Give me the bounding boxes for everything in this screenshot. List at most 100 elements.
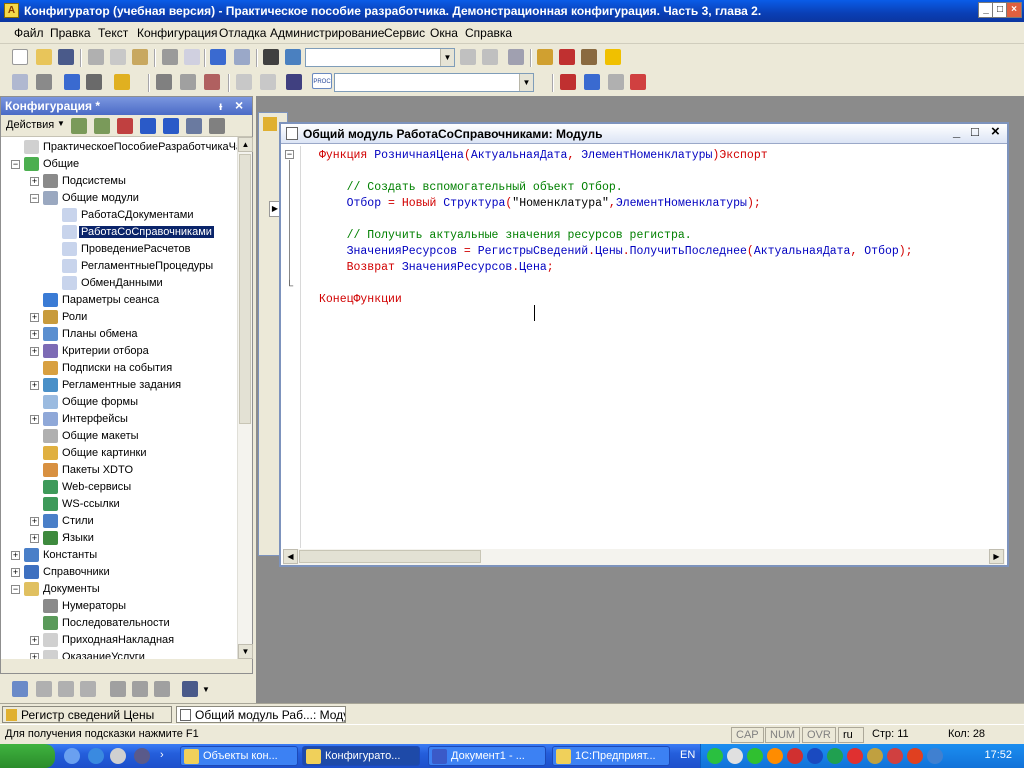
editor-close-button[interactable]: ×	[991, 123, 1000, 140]
tree-node[interactable]: + ОказаниеУслуги	[1, 649, 237, 659]
expand-icon[interactable]: +	[30, 177, 39, 186]
tree-node[interactable]: Общие формы	[1, 394, 237, 411]
windows-icon[interactable]	[508, 49, 524, 65]
wizard-icon[interactable]	[537, 49, 553, 65]
tree-node[interactable]: Пакеты XDTO	[1, 462, 237, 479]
menu-windows[interactable]: Окна	[430, 26, 458, 40]
tree-node[interactable]: − Общие	[1, 156, 237, 173]
expand-icon[interactable]: +	[30, 313, 39, 322]
format-icon[interactable]	[204, 74, 220, 90]
templates-dropdown-icon[interactable]: ▼	[202, 685, 210, 694]
config-save-icon[interactable]	[36, 74, 52, 90]
sound-icon[interactable]	[727, 748, 743, 764]
tree-node[interactable]: ПрактическоеПособиеРазработчикаЧаст	[1, 139, 237, 156]
comment-icon[interactable]	[236, 74, 252, 90]
collapse-icon[interactable]: −	[30, 194, 39, 203]
tree-node[interactable]: + Критерии отбора	[1, 343, 237, 360]
tree-node[interactable]: + Планы обмена	[1, 326, 237, 343]
goto-icon[interactable]	[286, 74, 302, 90]
menu-file[interactable]: Файл	[14, 26, 44, 40]
opera-icon[interactable]	[847, 748, 863, 764]
shield-icon[interactable]	[787, 748, 803, 764]
find-prev-icon[interactable]	[460, 49, 476, 65]
block-comment-icon[interactable]	[154, 681, 170, 697]
tree-node[interactable]: Нумераторы	[1, 598, 237, 615]
outdent-icon[interactable]	[180, 74, 196, 90]
close-button[interactable]: ×	[1006, 2, 1022, 18]
panel-close-icon[interactable]: ×	[235, 97, 243, 113]
task-objects[interactable]: Объекты кон...	[180, 746, 298, 766]
tree-node[interactable]: Последовательности	[1, 615, 237, 632]
tree-node[interactable]: + Регламентные задания	[1, 377, 237, 394]
menu-configuration[interactable]: Конфигурация	[137, 26, 218, 40]
expand-icon[interactable]: +	[30, 517, 39, 526]
expand-icon[interactable]: +	[30, 415, 39, 424]
templates-icon[interactable]	[182, 681, 198, 697]
disable-breakpoint-icon[interactable]	[608, 74, 624, 90]
alert-icon[interactable]	[907, 748, 923, 764]
tree-node[interactable]: + Стили	[1, 513, 237, 530]
tree-node[interactable]: + Справочники	[1, 564, 237, 581]
language-indicator[interactable]: ru	[838, 727, 864, 743]
add-icon[interactable]	[71, 118, 87, 134]
quicklaunch-icon[interactable]	[134, 748, 150, 764]
save-icon[interactable]	[58, 49, 74, 65]
tree-node[interactable]: + Подсистемы	[1, 173, 237, 190]
move-down-icon[interactable]	[163, 118, 179, 134]
debug-start-icon[interactable]	[114, 74, 130, 90]
tree-node[interactable]: ПроведениеРасчетов	[1, 241, 237, 258]
new-bookmark-icon[interactable]	[12, 681, 28, 697]
copy-icon[interactable]	[110, 49, 126, 65]
power-icon[interactable]	[927, 748, 943, 764]
tree-node[interactable]: ОбменДанными	[1, 275, 237, 292]
tree-node[interactable]: Web-сервисы	[1, 479, 237, 496]
scroll-down-icon[interactable]: ▼	[238, 644, 253, 659]
update-db-icon[interactable]	[64, 74, 80, 90]
preview-icon[interactable]	[184, 49, 200, 65]
quicklaunch-more-icon[interactable]: ›	[160, 749, 164, 761]
bluetooth-icon[interactable]	[807, 748, 823, 764]
expand-icon[interactable]: +	[30, 636, 39, 645]
tree-node[interactable]: WS-ссылки	[1, 496, 237, 513]
media-icon[interactable]	[110, 748, 126, 764]
procedure-combo[interactable]: ▼	[334, 73, 534, 92]
ie-icon[interactable]	[88, 748, 104, 764]
clear-bookmarks-icon[interactable]	[80, 681, 96, 697]
tree-node[interactable]: Общие макеты	[1, 428, 237, 445]
expand-icon[interactable]: +	[11, 551, 20, 560]
breakpoint-list-icon[interactable]	[584, 74, 600, 90]
tree-node[interactable]: + Языки	[1, 530, 237, 547]
sort-icon[interactable]	[186, 118, 202, 134]
help-icon[interactable]	[559, 49, 575, 65]
config-open-icon[interactable]	[12, 74, 28, 90]
new-icon[interactable]	[12, 49, 28, 65]
scroll-up-icon[interactable]: ▲	[238, 137, 253, 152]
tree-node[interactable]: РегламентныеПроцедуры	[1, 258, 237, 275]
search-combo[interactable]: ▼	[305, 48, 455, 67]
find-next-icon[interactable]	[482, 49, 498, 65]
tree-node[interactable]: + Константы	[1, 547, 237, 564]
update-icon[interactable]	[827, 748, 843, 764]
open-icon[interactable]	[36, 49, 52, 65]
expand-icon[interactable]: +	[30, 347, 39, 356]
block-outdent-icon[interactable]	[132, 681, 148, 697]
tree-node[interactable]: Подписки на события	[1, 360, 237, 377]
network-icon[interactable]	[707, 748, 723, 764]
block-indent-icon[interactable]	[110, 681, 126, 697]
actions-dropdown-icon[interactable]: ▼	[57, 119, 65, 128]
indent-icon[interactable]	[156, 74, 172, 90]
task-enterprise[interactable]: 1С:Предприят...	[552, 746, 670, 766]
tree-node[interactable]: РаботаСоСправочниками	[1, 224, 237, 241]
procedure-list-icon[interactable]: PROC	[312, 73, 332, 89]
tree-node[interactable]: Параметры сеанса	[1, 292, 237, 309]
move-up-icon[interactable]	[140, 118, 156, 134]
breakpoint-icon[interactable]	[560, 74, 576, 90]
folder-icon[interactable]	[867, 748, 883, 764]
expand-icon[interactable]: +	[30, 330, 39, 339]
chevron-down-icon[interactable]: ▼	[440, 49, 454, 66]
antivirus-icon[interactable]	[767, 748, 783, 764]
hscroll-thumb[interactable]	[299, 550, 481, 563]
show-desktop-icon[interactable]	[64, 748, 80, 764]
tree-node[interactable]: + ПриходнаяНакладная	[1, 632, 237, 649]
menu-edit[interactable]: Правка	[50, 26, 91, 40]
